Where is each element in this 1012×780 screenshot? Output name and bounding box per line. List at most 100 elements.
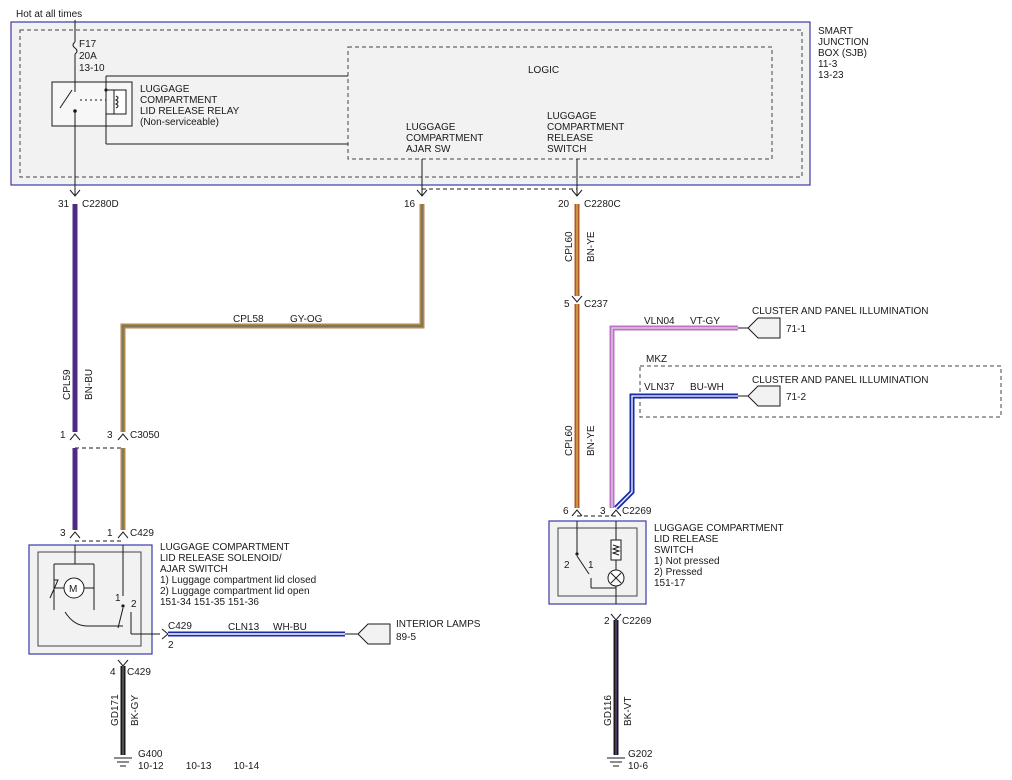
release-line-1: LUGGAGE COMPARTMENT bbox=[654, 523, 784, 534]
release-line-4: 1) Not pressed bbox=[654, 556, 720, 567]
g202-label: G202 bbox=[628, 749, 653, 760]
c2269-label: C2269 bbox=[622, 506, 652, 517]
solenoid-line-3: AJAR SWITCH bbox=[160, 564, 228, 575]
relay-label-2: COMPARTMENT bbox=[140, 95, 217, 106]
ajar-sw-1: LUGGAGE bbox=[406, 122, 456, 133]
g400-refs: 10-12 10-13 10-14 bbox=[138, 761, 260, 772]
cln13-label: CLN13 bbox=[228, 622, 260, 633]
p16-label: 16 bbox=[404, 199, 416, 210]
chevron-c2269-left bbox=[571, 509, 583, 517]
release-sw-1: LUGGAGE bbox=[547, 111, 597, 122]
c3050-right-pin: 3 bbox=[107, 430, 113, 441]
c429c-label: C429 bbox=[127, 667, 151, 678]
vln37-label: VLN37 bbox=[644, 382, 675, 393]
interior-ref: 89-5 bbox=[396, 632, 416, 643]
cpl59-color: BN-BU bbox=[84, 369, 95, 400]
ajar-sw-2: COMPARTMENT bbox=[406, 133, 483, 144]
c429-left-pin: 3 bbox=[60, 528, 66, 539]
chevron-c2269-right bbox=[610, 509, 622, 517]
c429c-pin: 4 bbox=[110, 667, 116, 678]
solenoid-line-6: 151-34 151-35 151-36 bbox=[160, 597, 259, 608]
cpl59-label: CPL59 bbox=[62, 369, 73, 400]
release-line-6: 151-17 bbox=[654, 578, 686, 589]
relay-label-3: LID RELEASE RELAY bbox=[140, 106, 240, 117]
chevron-c429-left bbox=[69, 531, 81, 539]
interior-label: INTERIOR LAMPS bbox=[396, 619, 481, 630]
chevron-c237 bbox=[571, 295, 583, 303]
release-pos2: 2 bbox=[564, 560, 570, 571]
wire-vln37 bbox=[614, 393, 738, 510]
chevron-c3050-right bbox=[117, 433, 129, 441]
release-pos1: 1 bbox=[588, 560, 594, 571]
solenoid-line-5: 2) Luggage compartment lid open bbox=[160, 586, 310, 597]
c2269b-pin: 2 bbox=[604, 616, 610, 627]
gd116-label: GD116 bbox=[603, 695, 614, 726]
ground-icon-g202 bbox=[607, 757, 625, 767]
vln04-color: VT-GY bbox=[690, 316, 720, 327]
illum2-flag bbox=[747, 385, 781, 407]
relay-label-1: LUGGAGE bbox=[140, 84, 190, 95]
chevron-c2269-bottom bbox=[610, 613, 622, 621]
c2269-left-pin: 6 bbox=[563, 506, 569, 517]
c2280c-pin: 20 bbox=[558, 199, 570, 210]
wire-cpl58 bbox=[120, 204, 425, 432]
chevron-c3050-left bbox=[69, 433, 81, 441]
release-line-2: LID RELEASE bbox=[654, 534, 719, 545]
solenoid-line-2: LID RELEASE SOLENOID/ bbox=[160, 553, 282, 564]
gd171-label: GD171 bbox=[110, 694, 121, 726]
vln04-label: VLN04 bbox=[644, 316, 675, 327]
c237-pin: 5 bbox=[564, 299, 570, 310]
release-sw-3: RELEASE bbox=[547, 133, 593, 144]
release-sw-2: COMPARTMENT bbox=[547, 122, 624, 133]
interior-lamps-flag bbox=[357, 623, 391, 645]
sjb-name-3: BOX (SJB) bbox=[818, 48, 867, 59]
c2280d-label: C2280D bbox=[82, 199, 119, 210]
c2269-right-pin: 3 bbox=[600, 506, 606, 517]
release-sw-4: SWITCH bbox=[547, 144, 586, 155]
illum1-flag bbox=[747, 317, 781, 339]
relay-coil-icon bbox=[113, 89, 127, 115]
release-line-3: SWITCH bbox=[654, 545, 693, 556]
fuse-name: F17 bbox=[79, 39, 97, 50]
solenoid-line-1: LUGGAGE COMPARTMENT bbox=[160, 542, 290, 553]
illum2-label: CLUSTER AND PANEL ILLUMINATION bbox=[752, 375, 929, 386]
illum1-label: CLUSTER AND PANEL ILLUMINATION bbox=[752, 306, 929, 317]
c3050-label: C3050 bbox=[130, 430, 160, 441]
sjb-ref-1: 11-3 bbox=[818, 59, 838, 70]
sjb-name-1: SMART bbox=[818, 26, 853, 37]
sjb-ref-2: 13-23 bbox=[818, 70, 844, 81]
solenoid-pos2: 2 bbox=[131, 599, 137, 610]
hot-label: Hot at all times bbox=[16, 9, 82, 20]
motor-label: M bbox=[69, 584, 77, 595]
c2280c-label: C2280C bbox=[584, 199, 621, 210]
c429-label: C429 bbox=[130, 528, 154, 539]
cpl60a-label: CPL60 bbox=[564, 231, 575, 262]
cpl58-color: GY-OG bbox=[290, 314, 323, 325]
chevron-c429-bottom bbox=[117, 659, 129, 667]
release-line-5: 2) Pressed bbox=[654, 567, 702, 578]
c429b-pin: 2 bbox=[168, 640, 174, 651]
logic-label: LOGIC bbox=[528, 65, 559, 76]
c237-label: C237 bbox=[584, 299, 608, 310]
mkz-label: MKZ bbox=[646, 354, 667, 365]
sjb-name-2: JUNCTION bbox=[818, 37, 869, 48]
relay-label-4: (Non-serviceable) bbox=[140, 117, 219, 128]
fuse-rating: 20A bbox=[79, 51, 97, 62]
c429-right-pin: 1 bbox=[107, 528, 113, 539]
solenoid-line-4: 1) Luggage compartment lid closed bbox=[160, 575, 316, 586]
cpl60b-label: CPL60 bbox=[564, 425, 575, 456]
vln37-color: BU-WH bbox=[690, 382, 724, 393]
solenoid-pos1: 1 bbox=[115, 593, 121, 604]
illum2-ref: 71-2 bbox=[786, 392, 806, 403]
ground-icon-g400 bbox=[114, 757, 132, 767]
ajar-sw-3: AJAR SW bbox=[406, 144, 451, 155]
g202-ref: 10-6 bbox=[628, 761, 648, 772]
c2269b-label: C2269 bbox=[622, 616, 652, 627]
gd116-color: BK-VT bbox=[623, 697, 634, 726]
wiring-diagram: Hot at all times F17 20A 13-10 LUGGAGE C… bbox=[10, 9, 1002, 772]
cln13-color: WH-BU bbox=[273, 622, 307, 633]
gd171-color: BK-GY bbox=[130, 695, 141, 726]
fuse-ref: 13-10 bbox=[79, 63, 105, 74]
cpl60b-color: BN-YE bbox=[586, 425, 597, 456]
c3050-left-pin: 1 bbox=[60, 430, 66, 441]
